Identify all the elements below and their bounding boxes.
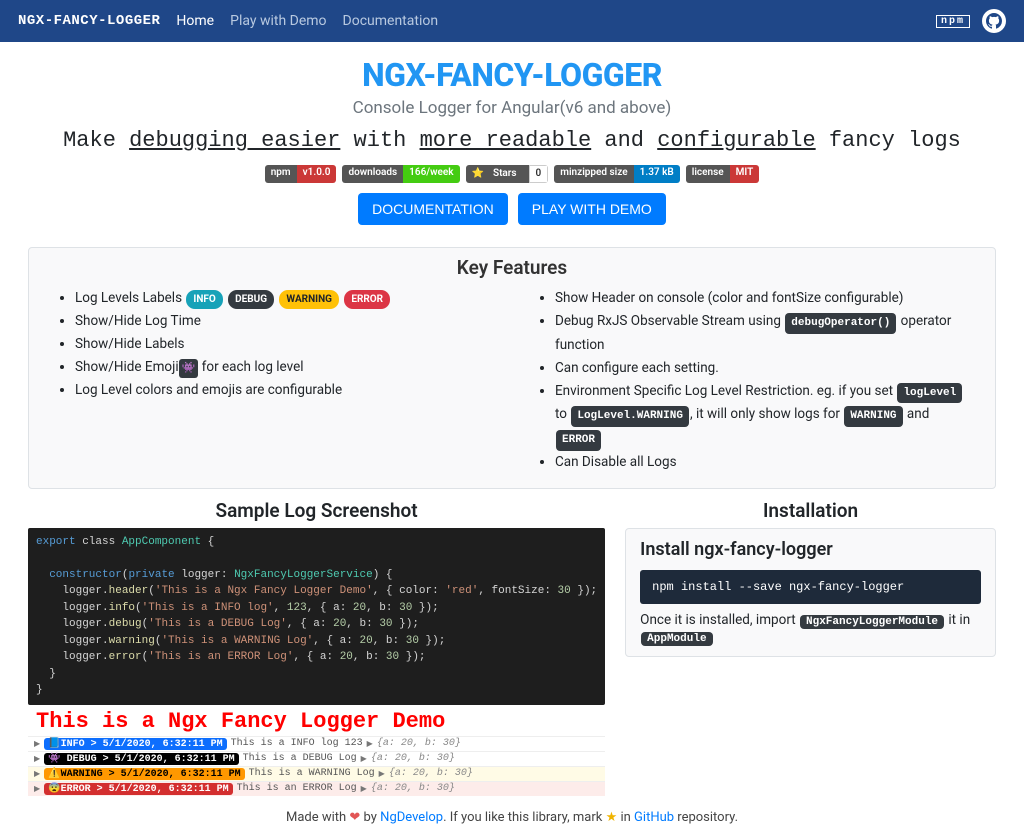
feature-item: Environment Specific Log Level Restricti…: [555, 380, 977, 451]
log-line: ▶⚠️WARNING > 5/1/2020, 6:32:11 PM This i…: [28, 766, 605, 781]
pill-error: ERROR: [344, 290, 390, 309]
sample-col: Sample Log Screenshot export class AppCo…: [28, 499, 605, 796]
github-icon[interactable]: [982, 9, 1006, 33]
npm-icon[interactable]: npm: [936, 15, 970, 28]
feature-item: Log Level colors and emojis are configur…: [75, 379, 497, 402]
install-card: Install ngx-fancy-logger npm install --s…: [625, 528, 996, 657]
features-col-left: Log Levels Labels INFO DEBUG WARNING ERR…: [47, 287, 497, 474]
sample-heading: Sample Log Screenshot: [28, 499, 605, 522]
features-card: Key Features Log Levels Labels INFO DEBU…: [28, 247, 996, 489]
emoji-icon: 👾: [179, 359, 199, 378]
tagline: Make debugging easier with more readable…: [20, 128, 1004, 153]
shield-downloads[interactable]: downloads166/week: [342, 165, 459, 183]
feature-item: Show Header on console (color and fontSi…: [555, 287, 977, 310]
nav-right: npm: [936, 9, 1006, 33]
code-screenshot: export class AppComponent { constructor(…: [28, 528, 605, 705]
install-card-title: Install ngx-fancy-logger: [640, 539, 981, 560]
nav-link-docs[interactable]: Documentation: [343, 13, 439, 29]
feature-item: Log Levels Labels INFO DEBUG WARNING ERR…: [75, 287, 497, 310]
features-heading: Key Features: [47, 256, 977, 279]
feature-item: Show/Hide Labels: [75, 333, 497, 356]
feature-item: Can Disable all Logs: [555, 451, 977, 474]
shield-license[interactable]: licenseMIT: [686, 165, 760, 183]
shield-size[interactable]: minzipped size1.37 kB: [554, 165, 679, 183]
feature-item: Show/Hide Log Time: [75, 310, 497, 333]
pill-warning: WARNING: [279, 290, 339, 309]
log-line: ▶👾 DEBUG > 5/1/2020, 6:32:11 PM This is …: [28, 751, 605, 766]
brand: NGX-FANCY-LOGGER: [18, 13, 160, 29]
features-col-right: Show Header on console (color and fontSi…: [527, 287, 977, 474]
install-heading: Installation: [625, 499, 996, 522]
nav-left: NGX-FANCY-LOGGER Home Play with Demo Doc…: [18, 13, 438, 29]
hero: NGX-FANCY-LOGGER Console Logger for Angu…: [0, 42, 1024, 233]
star-icon: ★: [606, 810, 618, 825]
play-demo-button[interactable]: PLAY WITH DEMO: [518, 193, 666, 225]
demo-header: This is a Ngx Fancy Logger Demo: [28, 705, 605, 736]
install-command[interactable]: npm install --save ngx-fancy-logger: [640, 570, 981, 604]
two-col: Sample Log Screenshot export class AppCo…: [28, 499, 996, 796]
github-link[interactable]: GitHub: [634, 810, 674, 825]
install-col: Installation Install ngx-fancy-logger np…: [625, 499, 996, 796]
shield-stars[interactable]: ⭐ Stars0: [466, 165, 549, 183]
install-note: Once it is installed, import NgxFancyLog…: [640, 612, 981, 646]
feature-item: Show/Hide Emoji👾 for each log level: [75, 356, 497, 379]
cta-row: DOCUMENTATION PLAY WITH DEMO: [20, 193, 1004, 225]
pill-debug: DEBUG: [228, 290, 274, 309]
nav-link-demo[interactable]: Play with Demo: [230, 13, 326, 29]
feature-item: Debug RxJS Observable Stream using debug…: [555, 310, 977, 357]
pill-info: INFO: [186, 290, 222, 309]
feature-item: Can configure each setting.: [555, 357, 977, 380]
author-link[interactable]: NgDevelop: [380, 810, 443, 825]
navbar: NGX-FANCY-LOGGER Home Play with Demo Doc…: [0, 0, 1024, 42]
documentation-button[interactable]: DOCUMENTATION: [358, 193, 508, 225]
nav-link-home[interactable]: Home: [176, 13, 214, 29]
shield-npm[interactable]: npmv1.0.0: [265, 165, 337, 183]
shields-row: npmv1.0.0 downloads166/week ⭐ Stars0 min…: [20, 165, 1004, 183]
log-lines: ▶📘INFO > 5/1/2020, 6:32:11 PM This is a …: [28, 736, 605, 796]
heart-icon: ❤: [349, 810, 360, 825]
footer: Made with ❤ by NgDevelop. If you like th…: [0, 796, 1024, 828]
log-line: ▶😨ERROR > 5/1/2020, 6:32:11 PM This is a…: [28, 781, 605, 796]
log-line: ▶📘INFO > 5/1/2020, 6:32:11 PM This is a …: [28, 736, 605, 751]
page-title: NGX-FANCY-LOGGER: [20, 56, 1004, 94]
subtitle: Console Logger for Angular(v6 and above): [20, 98, 1004, 118]
